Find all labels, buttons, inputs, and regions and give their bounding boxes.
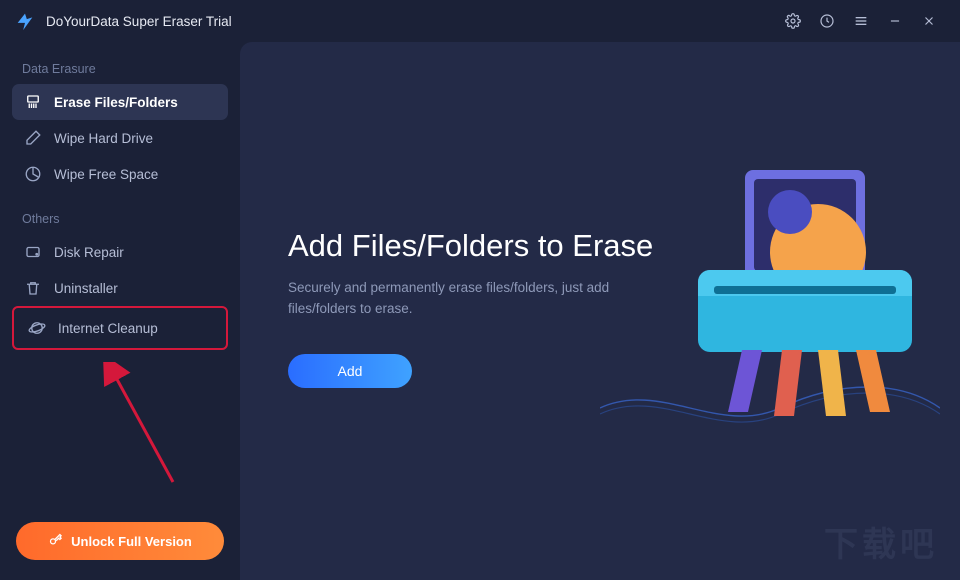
sidebar-item-disk-repair[interactable]: Disk Repair (12, 234, 228, 270)
settings-button[interactable] (776, 6, 810, 36)
add-button[interactable]: Add (288, 354, 412, 388)
body: Data Erasure Erase Files/Folders Wipe Ha… (0, 42, 960, 580)
annotation-highlight-box: Internet Cleanup (12, 306, 228, 350)
watermark-text: 下载吧 (824, 517, 938, 566)
sidebar-item-internet-cleanup[interactable]: Internet Cleanup (16, 310, 224, 346)
unlock-full-version-button[interactable]: Unlock Full Version (16, 522, 224, 560)
add-button-label: Add (338, 363, 363, 379)
trash-icon (24, 279, 42, 297)
sidebar-item-label: Wipe Hard Drive (54, 131, 153, 146)
titlebar: DoYourData Super Eraser Trial (0, 0, 960, 42)
sidebar-item-label: Disk Repair (54, 245, 124, 260)
app-logo-icon (14, 10, 36, 32)
planet-icon (28, 319, 46, 337)
disk-icon (24, 243, 42, 261)
shredder-illustration (690, 162, 920, 422)
shredder-icon (24, 93, 42, 111)
sidebar-group-others: Others (12, 206, 228, 234)
sidebar: Data Erasure Erase Files/Folders Wipe Ha… (0, 42, 240, 580)
menu-button[interactable] (844, 6, 878, 36)
unlock-label: Unlock Full Version (71, 534, 192, 549)
sidebar-item-label: Internet Cleanup (58, 321, 158, 336)
sidebar-item-uninstaller[interactable]: Uninstaller (12, 270, 228, 306)
key-icon (48, 532, 63, 550)
main-panel: Add Files/Folders to Erase Securely and … (240, 42, 960, 580)
sidebar-item-label: Erase Files/Folders (54, 95, 178, 110)
main-subtitle: Securely and permanently erase files/fol… (288, 278, 648, 320)
sidebar-item-wipe-drive[interactable]: Wipe Hard Drive (12, 120, 228, 156)
app-title: DoYourData Super Eraser Trial (46, 14, 232, 29)
history-button[interactable] (810, 6, 844, 36)
sidebar-item-label: Wipe Free Space (54, 167, 158, 182)
close-button[interactable] (912, 6, 946, 36)
sidebar-item-erase-files[interactable]: Erase Files/Folders (12, 84, 228, 120)
sidebar-group-data-erasure: Data Erasure (12, 56, 228, 84)
pie-icon (24, 165, 42, 183)
minimize-button[interactable] (878, 6, 912, 36)
sidebar-item-wipe-free[interactable]: Wipe Free Space (12, 156, 228, 192)
app-window: DoYourData Super Eraser Trial Data Erasu… (0, 0, 960, 580)
eraser-icon (24, 129, 42, 147)
sidebar-item-label: Uninstaller (54, 281, 118, 296)
